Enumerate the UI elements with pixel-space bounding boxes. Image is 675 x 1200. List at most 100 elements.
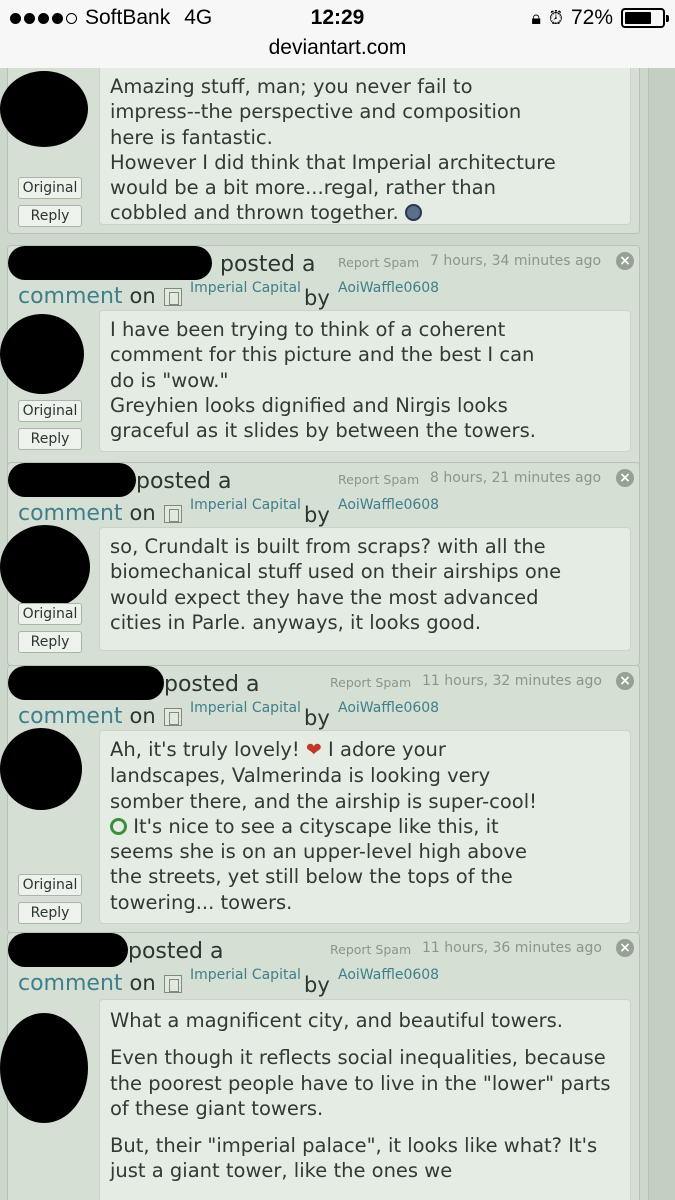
avatar [0, 71, 88, 147]
comment-line: seems she is on an upper-level high abov… [110, 840, 527, 864]
side-strip [648, 68, 675, 1200]
report-spam-link[interactable]: Report Spam [338, 472, 419, 487]
url-text: deviantart.com [268, 36, 407, 59]
alarm-icon: ⏰︎ [548, 7, 563, 28]
comment-line: comment for this picture and the best I … [110, 343, 535, 367]
by-label: by [304, 286, 330, 310]
by-label: by [304, 706, 330, 730]
timestamp: 11 hours, 36 minutes ago [422, 940, 602, 956]
deviation-thumbnail-icon[interactable] [164, 288, 182, 306]
deviation-link[interactable]: Imperial Capital [190, 967, 301, 983]
timestamp: 7 hours, 34 minutes ago [430, 253, 602, 269]
posted-label: posted a [220, 252, 316, 277]
avatar [0, 525, 90, 609]
by-label: by [304, 503, 330, 527]
deviation-thumbnail-icon[interactable] [164, 975, 182, 993]
comment-line: impress--the perspective and composition [110, 100, 522, 124]
reply-button[interactable]: Reply [18, 428, 82, 450]
comment-line: Ah, it's truly lovely! [110, 738, 300, 761]
reply-button[interactable]: Reply [18, 205, 82, 227]
comments-page: Original Reply Amazing stuff, man; you n… [0, 68, 675, 1200]
author-link[interactable]: AoiWaffle0608 [338, 700, 439, 716]
deviation-thumbnail-icon[interactable] [164, 708, 182, 726]
redacted-username [8, 246, 212, 280]
original-button[interactable]: Original [18, 603, 82, 625]
comment-line: would be a bit more...regal, rather than [110, 176, 496, 200]
comment-paragraph: But, their "imperial palace", it looks l… [110, 1134, 598, 1183]
deviation-link[interactable]: Imperial Capital [190, 497, 301, 513]
comment-line: somber there, and the airship is super-c… [110, 789, 537, 813]
comment-heading: comment on [18, 971, 156, 996]
status-bar: SoftBank 4G 12:29 🔒︎ ⏰︎ 72% [0, 0, 675, 36]
posted-label: posted a [128, 939, 224, 964]
reply-button[interactable]: Reply [18, 902, 82, 924]
comment-heading: comment on [18, 284, 156, 309]
comment-line: However I did think that Imperial archit… [110, 150, 556, 174]
status-icons: 🔒︎ ⏰︎ 72% [531, 6, 669, 30]
original-button[interactable]: Original [18, 177, 82, 199]
comment-heading: comment on [18, 704, 156, 729]
comment-line: graceful as it slides by between the tow… [110, 419, 536, 443]
on-label: on [129, 284, 156, 308]
avatar [0, 1013, 88, 1123]
comment-line: so, Crundalt is built from scraps? with … [110, 535, 546, 558]
comment-line: the streets, yet still below the tops of… [110, 865, 513, 889]
avatar [0, 728, 82, 810]
comment-line: Greyhien looks dignified and Nirgis look… [110, 393, 508, 417]
on-label: on [129, 501, 156, 525]
comment-paragraph: What a magnificent city, and beautiful t… [110, 1009, 563, 1032]
comment-line: It's nice to see a cityscape like this, … [133, 814, 499, 838]
comment-line: biomechanical stuff used on their airshi… [110, 560, 562, 584]
comment-line: I adore your [328, 738, 446, 761]
avatar [0, 314, 84, 394]
orientation-lock-icon: 🔒︎ [531, 7, 541, 28]
url-bar[interactable]: deviantart.com [0, 36, 675, 68]
comment-card: posted a Report Spam 11 hours, 32 minute… [0, 665, 640, 933]
deviation-thumbnail-icon[interactable] [164, 505, 182, 523]
report-spam-link[interactable]: Report Spam [330, 675, 411, 690]
comment-card: Original Reply Amazing stuff, man; you n… [0, 68, 640, 234]
report-spam-link[interactable]: Report Spam [330, 942, 411, 957]
redacted-username [8, 933, 128, 967]
on-label: on [129, 704, 156, 728]
comment-line: I have been trying to think of a coheren… [110, 318, 506, 341]
posted-label: posted a [136, 469, 232, 494]
comment-line: cities in Parle. anyways, it looks good. [110, 610, 482, 634]
comment-link[interactable]: comment [18, 284, 123, 309]
original-button[interactable]: Original [18, 874, 82, 896]
comment-body: Ah, it's truly lovely! ❤ I adore your la… [99, 730, 631, 924]
comment-line: would expect they have the most advanced [110, 585, 539, 609]
by-label: by [304, 973, 330, 997]
author-link[interactable]: AoiWaffle0608 [338, 497, 439, 513]
reply-button[interactable]: Reply [18, 631, 82, 653]
comment-link[interactable]: comment [18, 704, 123, 729]
comment-link[interactable]: comment [18, 501, 123, 526]
deviation-link[interactable]: Imperial Capital [190, 280, 301, 296]
battery-percent: 72% [570, 6, 613, 29]
close-icon[interactable]: × [616, 252, 634, 270]
comment-line: landscapes, Valmerinda is looking very [110, 764, 491, 788]
comment-line: here is fantastic. [110, 125, 273, 149]
close-icon[interactable]: × [616, 939, 634, 957]
deviation-link[interactable]: Imperial Capital [190, 700, 301, 716]
original-button[interactable]: Original [18, 400, 82, 422]
battery-icon [621, 8, 669, 28]
comment-body: so, Crundalt is built from scraps? with … [99, 527, 631, 651]
comment-line: towering... towers. [110, 890, 293, 914]
comment-body: What a magnificent city, and beautiful t… [99, 999, 631, 1200]
report-spam-link[interactable]: Report Spam [338, 255, 419, 270]
comment-body: I have been trying to think of a coheren… [99, 310, 631, 452]
redacted-username [8, 463, 136, 497]
comment-card: posted a Report Spam 8 hours, 21 minutes… [0, 462, 640, 666]
author-link[interactable]: AoiWaffle0608 [338, 280, 439, 296]
posted-label: posted a [164, 672, 260, 697]
comment-link[interactable]: comment [18, 971, 123, 996]
timestamp: 11 hours, 32 minutes ago [422, 673, 602, 689]
comment-line: cobbled and thrown together. [110, 201, 399, 225]
globe-emoticon-icon [404, 204, 422, 222]
author-link[interactable]: AoiWaffle0608 [338, 967, 439, 983]
close-icon[interactable]: × [616, 469, 634, 487]
comment-heading: comment on [18, 501, 156, 526]
close-icon[interactable]: × [616, 672, 634, 690]
comment-card: posted a Report Spam 11 hours, 36 minute… [0, 932, 640, 1200]
